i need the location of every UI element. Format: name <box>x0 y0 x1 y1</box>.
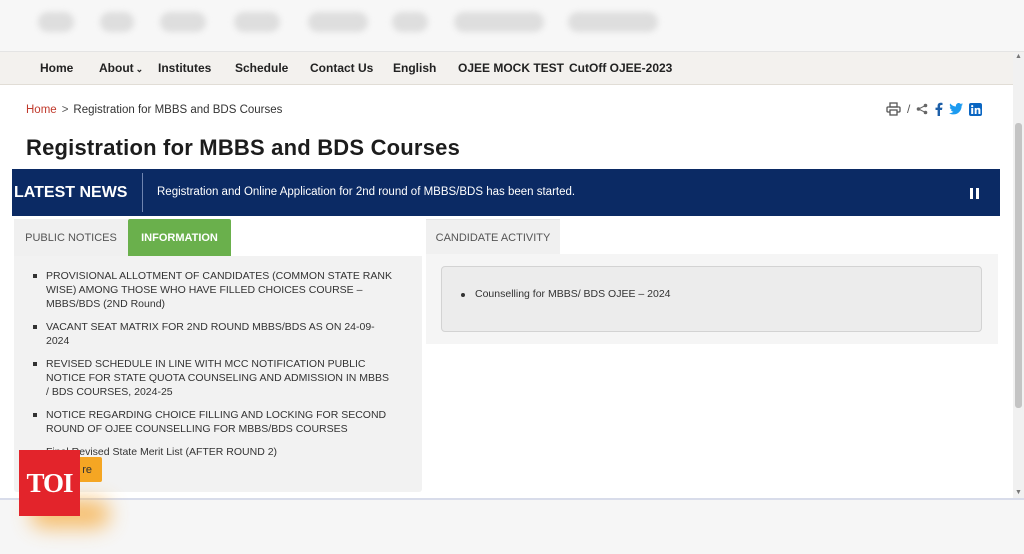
breadcrumb: Home > Registration for MBBS and BDS Cours… <box>26 104 282 116</box>
scroll-up-icon[interactable]: ▲ <box>1015 53 1022 60</box>
scroll-down-icon[interactable]: ▼ <box>1015 489 1022 496</box>
nav-item-institutes[interactable]: Institutes <box>158 61 211 75</box>
nav-item-about[interactable]: About ⌄ <box>99 61 143 75</box>
notice-item[interactable]: REVISED SCHEDULE IN LINE WITH MCC NOTIFI… <box>32 357 392 399</box>
blurred-header-item <box>454 12 544 32</box>
notice-item[interactable]: VACANT SEAT MATRIX FOR 2ND ROUND MBBS/BD… <box>32 320 392 348</box>
main-nav: Home About ⌄ Institutes Schedule Contact … <box>0 52 1024 85</box>
share-icon[interactable] <box>916 103 928 115</box>
nav-item-cutoff-ojee[interactable]: CutOff OJEE-2023 <box>569 61 672 75</box>
breadcrumb-current: Registration for MBBS and BDS Courses <box>73 104 283 116</box>
top-header-strip <box>0 0 1024 52</box>
notice-item[interactable]: PROVISIONAL ALLOTMENT OF CANDIDATES (COM… <box>32 269 392 311</box>
nav-item-home[interactable]: Home <box>40 61 73 75</box>
twitter-icon[interactable] <box>949 103 964 115</box>
page-scrollbar[interactable]: ▲ ▼ <box>1013 53 1024 500</box>
news-divider <box>142 173 143 212</box>
blurred-header-item <box>100 12 134 32</box>
blurred-header-item <box>392 12 428 32</box>
share-divider: / <box>907 102 911 116</box>
chevron-down-icon: ⌄ <box>135 64 144 74</box>
activity-list-item[interactable]: Counselling for MBBS/ BDS OJEE – 2024 <box>461 288 671 300</box>
blurred-header-item <box>308 12 368 32</box>
latest-news-bar: LATEST NEWS Registration and Online Appl… <box>12 169 1000 216</box>
tab-public-notices[interactable]: PUBLIC NOTICES <box>14 219 128 256</box>
breadcrumb-home-link[interactable]: Home <box>26 104 57 116</box>
nav-item-schedule[interactable]: Schedule <box>235 61 288 75</box>
tab-information[interactable]: INFORMATION <box>128 219 231 256</box>
blurred-header-item <box>234 12 280 32</box>
blurred-header-item <box>568 12 658 32</box>
linkedin-icon[interactable] <box>969 102 983 116</box>
print-icon[interactable] <box>886 102 901 116</box>
toi-logo: TOI <box>19 450 80 516</box>
nav-item-english[interactable]: English <box>393 61 436 75</box>
blurred-header-item <box>38 12 74 32</box>
notices-list: PROVISIONAL ALLOTMENT OF CANDIDATES (COM… <box>32 269 392 468</box>
latest-news-label: LATEST NEWS <box>14 184 128 201</box>
bottom-blurred-area <box>0 500 1024 554</box>
tab-candidate-activity[interactable]: CANDIDATE ACTIVITY <box>426 219 560 256</box>
pause-icon[interactable] <box>970 188 979 199</box>
blurred-header-item <box>160 12 206 32</box>
latest-news-ticker-text[interactable]: Registration and Online Application for … <box>157 186 575 198</box>
share-toolbar: / <box>886 102 983 116</box>
breadcrumb-separator: > <box>61 104 69 116</box>
facebook-icon[interactable] <box>934 102 943 116</box>
nav-item-about-label: About <box>99 61 134 75</box>
page-title: Registration for MBBS and BDS Courses <box>26 135 461 160</box>
nav-item-contact-us[interactable]: Contact Us <box>310 61 373 75</box>
notice-item[interactable]: NOTICE REGARDING CHOICE FILLING AND LOCK… <box>32 408 392 436</box>
scrollbar-thumb[interactable] <box>1015 123 1022 408</box>
nav-item-ojee-mock-test[interactable]: OJEE MOCK TEST <box>458 61 564 75</box>
